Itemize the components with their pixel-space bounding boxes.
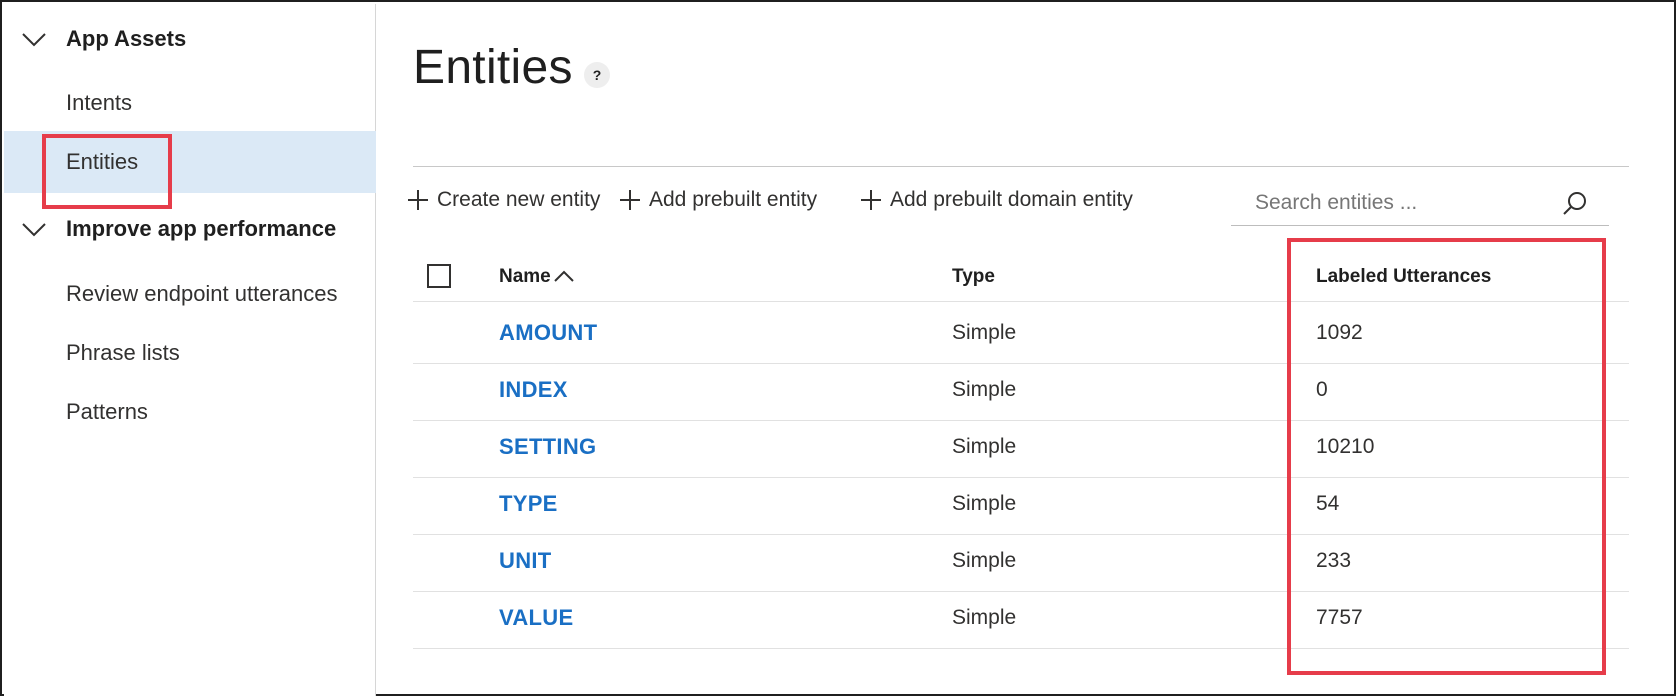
create-new-entity-button[interactable]: Create new entity	[407, 185, 600, 215]
entity-type: Simple	[952, 378, 1017, 401]
plus-icon	[861, 190, 881, 210]
sidebar-item-label: Patterns	[66, 399, 148, 424]
create-new-entity-label: Create new entity	[437, 188, 601, 211]
table-row[interactable]: VALUE Simple 7757	[413, 588, 1629, 649]
labeled-utterances-count: 54	[1316, 492, 1340, 515]
app-window: App Assets Intents Entities Improve app …	[0, 0, 1676, 696]
labeled-utterances-count: 7757	[1316, 606, 1363, 629]
sort-ascending-icon[interactable]	[553, 268, 575, 284]
chevron-down-icon	[22, 33, 46, 47]
entity-type: Simple	[952, 435, 1017, 458]
column-header-labeled-utterances[interactable]: Labeled Utterances	[1316, 266, 1491, 288]
sidebar-item-review-endpoint-utterances[interactable]: Review endpoint utterances	[4, 263, 376, 325]
search-icon[interactable]	[1561, 190, 1589, 218]
page-title: Entities	[413, 41, 573, 94]
add-prebuilt-entity-label: Add prebuilt entity	[649, 188, 818, 211]
table-row[interactable]: TYPE Simple 54	[413, 474, 1629, 535]
column-header-type[interactable]: Type	[952, 266, 995, 288]
labeled-utterances-count: 10210	[1316, 435, 1375, 458]
toolbar-divider	[413, 166, 1629, 167]
sidebar-group-label: App Assets	[66, 26, 187, 51]
sidebar-item-patterns[interactable]: Patterns	[4, 381, 376, 443]
entity-type: Simple	[952, 321, 1017, 344]
sidebar-item-label: Intents	[66, 90, 133, 115]
sidebar-group-label: Improve app performance	[66, 216, 337, 241]
sidebar-group-app-assets[interactable]: App Assets	[4, 17, 376, 61]
entity-name-link[interactable]: SETTING	[499, 434, 596, 460]
entity-name-link[interactable]: AMOUNT	[499, 320, 597, 346]
entity-name-link[interactable]: UNIT	[499, 548, 552, 574]
entity-name-link[interactable]: VALUE	[499, 605, 573, 631]
sidebar-item-label: Phrase lists	[66, 340, 180, 365]
table-row[interactable]: SETTING Simple 10210	[413, 417, 1629, 478]
chevron-down-icon	[22, 223, 46, 237]
table-header-row: Name Type Labeled Utterances	[413, 252, 1629, 302]
entity-type: Simple	[952, 606, 1017, 629]
plus-icon	[620, 190, 640, 210]
sidebar-item-entities[interactable]: Entities	[4, 131, 376, 193]
select-all-checkbox[interactable]	[427, 264, 451, 288]
sidebar-item-label: Entities	[66, 149, 139, 174]
main-content: Entities ? Create new entity Add prebuil…	[377, 4, 1676, 696]
labeled-utterances-count: 0	[1316, 378, 1328, 401]
table-row[interactable]: INDEX Simple 0	[413, 360, 1629, 421]
table-row[interactable]: UNIT Simple 233	[413, 531, 1629, 592]
sidebar: App Assets Intents Entities Improve app …	[4, 4, 376, 696]
add-prebuilt-entity-button[interactable]: Add prebuilt entity	[619, 185, 817, 215]
labeled-utterances-count: 1092	[1316, 321, 1363, 344]
search-box	[1231, 180, 1609, 226]
help-icon[interactable]: ?	[584, 62, 610, 88]
entity-type: Simple	[952, 492, 1017, 515]
sidebar-item-label: Review endpoint utterances	[66, 281, 338, 306]
sidebar-item-phrase-lists[interactable]: Phrase lists	[4, 322, 376, 384]
column-header-name[interactable]: Name	[499, 266, 551, 288]
entity-name-link[interactable]: INDEX	[499, 377, 568, 403]
labeled-utterances-count: 233	[1316, 549, 1352, 572]
entity-type: Simple	[952, 549, 1017, 572]
plus-icon	[408, 190, 428, 210]
sidebar-item-intents[interactable]: Intents	[4, 72, 376, 134]
sidebar-group-improve-app-performance[interactable]: Improve app performance	[4, 207, 376, 251]
add-prebuilt-domain-entity-button[interactable]: Add prebuilt domain entity	[860, 185, 1133, 215]
table-row[interactable]: AMOUNT Simple 1092	[413, 303, 1629, 364]
entity-name-link[interactable]: TYPE	[499, 491, 558, 517]
add-prebuilt-domain-entity-label: Add prebuilt domain entity	[890, 188, 1133, 211]
search-input[interactable]	[1255, 188, 1555, 218]
